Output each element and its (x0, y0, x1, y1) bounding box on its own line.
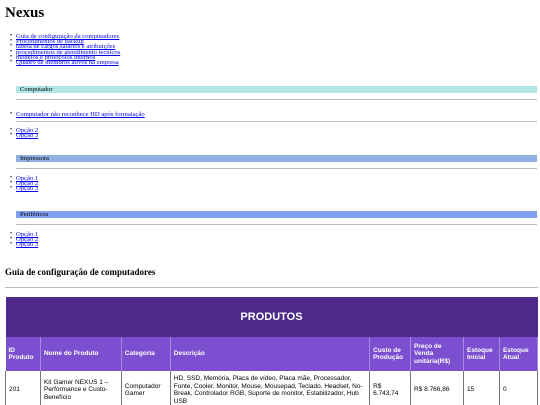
heading-divider (5, 287, 538, 288)
list-item: Computador não reconhece HD após formata… (0, 111, 145, 118)
impressora-options-list: Opção 1 Opção 2 Opção 3 (0, 175, 38, 193)
nav-link-list: Guia de configuração da computadores Pro… (0, 33, 120, 66)
cell-name: Kit Gamer NEXUS 1 – Performance e Custo-… (40, 371, 122, 405)
products-table-container: PRODUTOS ID Produto Nome do Produto Cate… (5, 297, 538, 405)
section-bar-perifericos: Periféricos (16, 211, 537, 218)
column-header-stock-current: Estoque Atual (499, 337, 538, 371)
guide-heading: Guia de configuração de computadores (5, 267, 156, 277)
column-header-name: Nome do Produto (40, 337, 122, 371)
list-item: Opção 3 (0, 241, 38, 249)
column-header-category: Categoria (121, 337, 171, 371)
cell-category: Computador Gamer (121, 371, 171, 405)
computador-options-list: Opção 2 Opção 3 (0, 127, 38, 139)
cell-stock-initial: 15 (463, 371, 500, 405)
section-divider (16, 168, 537, 169)
list-item: Quadro de membros ativos na empresa (0, 59, 120, 66)
link-impressora-opcao-3[interactable]: Opção 3 (16, 185, 38, 193)
cell-stock-current: 0 (499, 371, 538, 405)
section-divider (16, 224, 537, 225)
column-header-description: Descrição (170, 337, 371, 371)
section-divider (16, 121, 537, 122)
table-header-row: ID Produto Nome do Produto Categoria Des… (5, 337, 538, 371)
products-table: PRODUTOS ID Produto Nome do Produto Cate… (5, 297, 538, 405)
perifericos-options-list: Opção 1 Opção 2 Opção 3 (0, 231, 38, 249)
list-item: Opção 3 (0, 185, 38, 193)
page-title: Nexus (5, 5, 45, 21)
section-bar-computador: Computador (16, 86, 537, 93)
list-item: Opção 3 (0, 132, 38, 139)
link-computador-opcao-3[interactable]: Opção 3 (16, 132, 38, 139)
link-perifericos-opcao-3[interactable]: Opção 3 (16, 241, 38, 249)
cell-description: HD, SSD, Memória, Placa de vídeo, Placa … (170, 371, 371, 405)
column-header-id: ID Produto (5, 337, 41, 371)
section-bar-impressora: Impressora (16, 155, 537, 162)
column-header-stock-initial: Estoque Inicial (463, 337, 500, 371)
computador-link-list: Computador não reconhece HD após formata… (0, 111, 145, 118)
table-title: PRODUTOS (5, 297, 538, 337)
column-header-cost: Custo de Produção (369, 337, 412, 371)
link-hd-formatacao[interactable]: Computador não reconhece HD após formata… (16, 111, 145, 118)
cell-id: 201 (5, 371, 41, 405)
section-divider (16, 99, 537, 100)
table-row: 201 Kit Gamer NEXUS 1 – Performance e Cu… (5, 371, 538, 405)
cell-cost: R$ 6.743,74 (369, 371, 412, 405)
column-header-price: Preço de Venda unitária(R$) (410, 337, 464, 371)
cell-price: R$ 8.766,86 (410, 371, 464, 405)
nav-link-membros[interactable]: Quadro de membros ativos na empresa (16, 59, 119, 66)
